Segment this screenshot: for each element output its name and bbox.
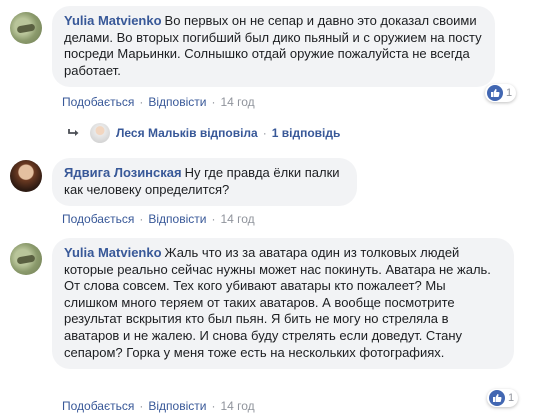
separator: · [262, 126, 267, 140]
separator: · [139, 95, 144, 109]
reaction-count[interactable]: 1 [485, 84, 517, 102]
avatar[interactable] [10, 160, 42, 192]
comment-bubble: Yulia Matvienko Жаль что из за аватара од… [52, 238, 514, 370]
view-replies[interactable]: Леся Мальків відповіла · 1 відповідь [68, 122, 340, 144]
comment-timestamp[interactable]: 14 год [220, 212, 254, 226]
separator: · [139, 399, 144, 413]
reply-link[interactable]: Відповісти [148, 212, 206, 226]
comment-actions: Подобається · Відповісти · 14 год [62, 95, 255, 109]
reply-avatar [90, 123, 110, 143]
like-link[interactable]: Подобається [62, 212, 134, 226]
comment-bubble: Yulia Matvienko Во первых он не сепар и д… [52, 6, 495, 88]
separator: · [211, 212, 216, 226]
separator: · [211, 95, 216, 109]
like-icon [487, 85, 503, 101]
like-link[interactable]: Подобається [62, 399, 134, 413]
comment-timestamp[interactable]: 14 год [220, 399, 254, 413]
reaction-number: 1 [508, 392, 515, 404]
like-icon [489, 390, 505, 406]
reply-summary-text[interactable]: Леся Мальків відповіла [116, 126, 258, 140]
comment-actions: Подобається · Відповісти · 14 год [62, 212, 255, 226]
comment-text: Жаль что из за аватара один из толковых … [64, 245, 491, 360]
reply-link[interactable]: Відповісти [148, 95, 206, 109]
comment-author[interactable]: Yulia Matvienko [64, 245, 162, 260]
avatar[interactable] [10, 243, 42, 275]
comment-author[interactable]: Ядвига Лозинская [64, 165, 182, 180]
reply-count[interactable]: 1 відповідь [272, 126, 341, 140]
reaction-number: 1 [506, 87, 513, 99]
reply-link[interactable]: Відповісти [148, 399, 206, 413]
reaction-count[interactable]: 1 [487, 389, 519, 407]
separator: · [211, 399, 216, 413]
reply-arrow-icon [68, 129, 79, 136]
separator: · [139, 212, 144, 226]
comment-bubble: Ядвига Лозинская Ну где правда ёлки палки… [52, 158, 357, 207]
comment-actions: Подобається · Відповісти · 14 год [62, 399, 255, 413]
comment-timestamp[interactable]: 14 год [220, 95, 254, 109]
like-link[interactable]: Подобається [62, 95, 134, 109]
avatar[interactable] [10, 12, 42, 44]
comment-author[interactable]: Yulia Matvienko [64, 13, 162, 28]
